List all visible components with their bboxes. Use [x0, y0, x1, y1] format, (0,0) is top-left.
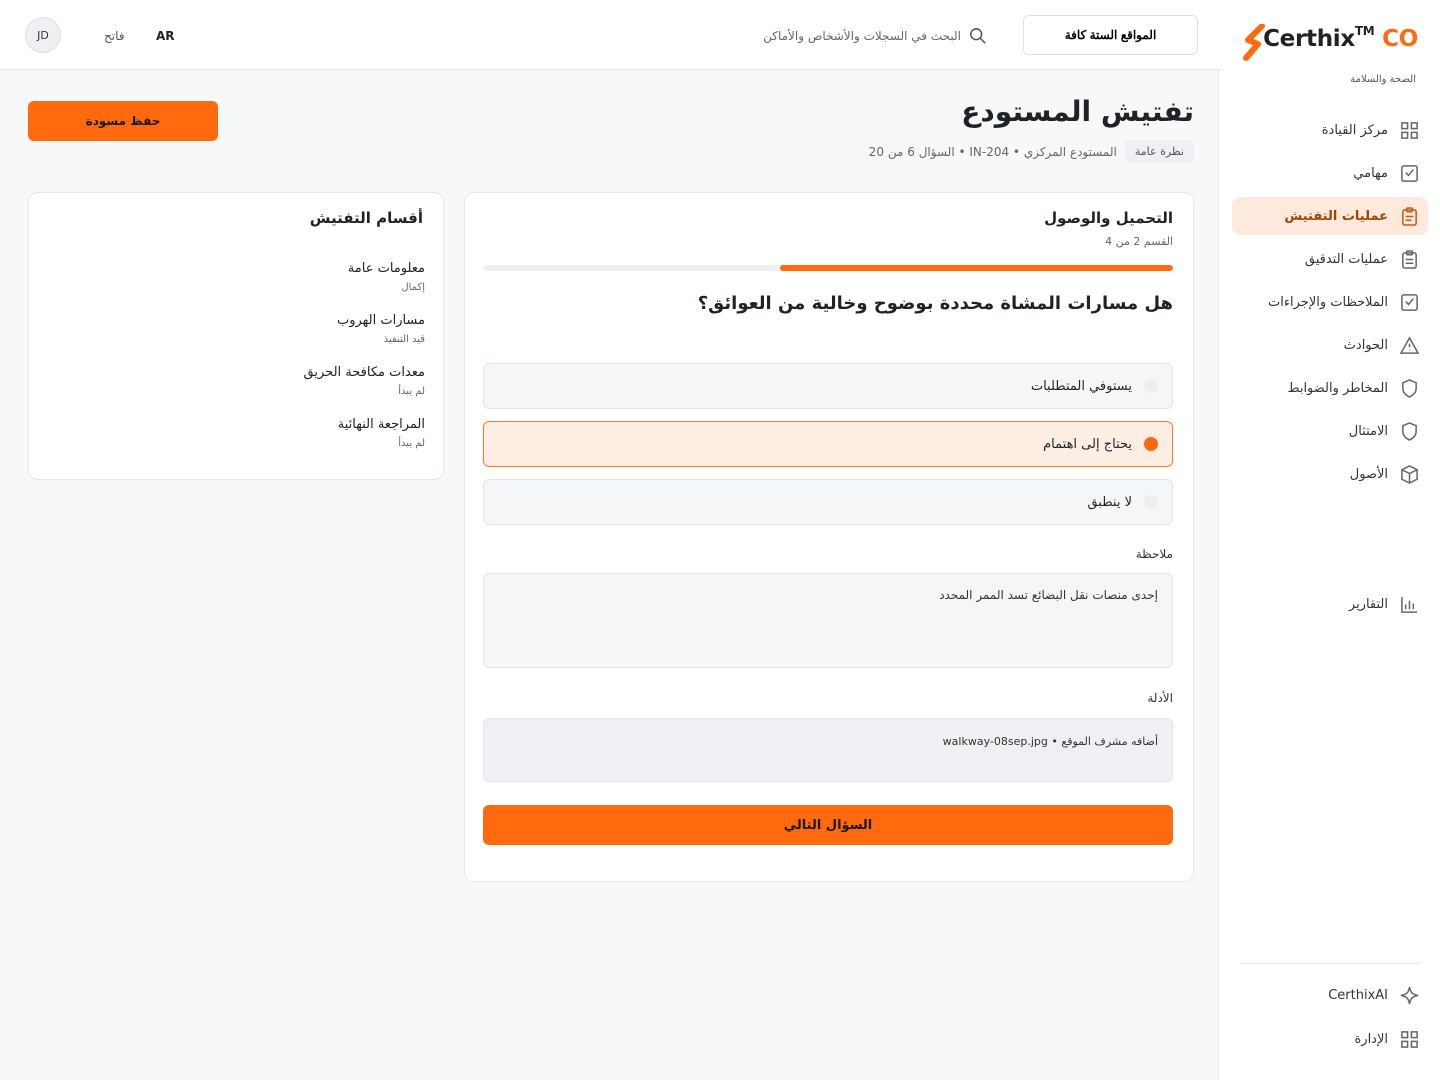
- sidebar-item-label: الإدارة: [1354, 1031, 1388, 1047]
- sidebar-item-assets[interactable]: الأصول: [1232, 455, 1428, 493]
- evidence-file-name: walkway-08sep.jpg: [942, 735, 1048, 748]
- sidebar-item-risks-controls[interactable]: المخاطر والضوابط: [1232, 369, 1428, 407]
- brand-logo[interactable]: CerthixTM CO: [1238, 22, 1418, 66]
- section-progress-bar: [483, 265, 1173, 271]
- search-input[interactable]: البحث في السجلات والأشخاص والأماكن: [747, 20, 987, 52]
- sidebar-item-label: الحوادث: [1343, 337, 1388, 353]
- section-name: معلومات عامة: [347, 261, 425, 276]
- sidebar-bottom-group: CerthixAI الإدارة: [1232, 976, 1428, 1064]
- list-item[interactable]: معدات مكافحة الحريق لم يبدأ: [45, 365, 425, 417]
- sidebar-nav: مركز القيادة مهامي عمليات التفتيش عمليات…: [1232, 111, 1428, 498]
- sidebar-item-command-center[interactable]: مركز القيادة: [1232, 111, 1428, 149]
- page-title: تفتيش المستودع: [961, 95, 1194, 128]
- sidebar-item-label: CerthixAI: [1328, 987, 1388, 1003]
- list-item[interactable]: معلومات عامة إكمال: [45, 261, 425, 313]
- brand-name: CerthixTM CO: [1263, 24, 1418, 52]
- section-status: إكمال: [401, 282, 425, 293]
- sidebar-item-label: عمليات التفتيش: [1284, 208, 1388, 224]
- brand-subtitle: الصحة والسلامة: [1350, 74, 1416, 85]
- answer-options: يستوفي المتطلبات يحتاج إلى اهتمام لا ينط…: [483, 363, 1173, 537]
- sidebar-reports-group: التقارير: [1232, 585, 1428, 628]
- evidence-label: الأدلة: [1147, 691, 1173, 705]
- radio-icon: [1144, 379, 1158, 393]
- sidebar-item-label: الأصول: [1349, 466, 1388, 482]
- warning-icon: [1398, 334, 1420, 356]
- sidebar-item-label: مركز القيادة: [1321, 122, 1388, 138]
- note-label: ملاحظة: [1135, 547, 1173, 561]
- sections-title: أقسام التفتيش: [309, 209, 423, 227]
- top-bar: المواقع الستة كافة البحث في السجلات والأ…: [0, 0, 1222, 70]
- grid-icon: [1398, 119, 1420, 141]
- section-status: قيد التنفيذ: [383, 334, 425, 345]
- sidebar-item-label: التقارير: [1348, 596, 1388, 612]
- clipboard-icon: [1398, 205, 1420, 227]
- bar-chart-icon: [1398, 593, 1420, 615]
- sidebar: CerthixTM CO الصحة والسلامة مركز القيادة…: [1218, 0, 1440, 1080]
- progress-fill: [779, 265, 1173, 271]
- avatar[interactable]: JD: [25, 17, 61, 53]
- section-name: مسارات الهروب: [336, 313, 425, 328]
- note-textarea[interactable]: إحدى منصات نقل البضائع تسد الممر المحدد: [483, 573, 1173, 668]
- sidebar-item-my-tasks[interactable]: مهامي: [1232, 154, 1428, 192]
- section-status: لم يبدأ: [398, 438, 425, 449]
- search-placeholder: البحث في السجلات والأشخاص والأماكن: [763, 29, 961, 43]
- list-item[interactable]: المراجعة النهائية لم يبدأ: [45, 417, 425, 469]
- page-subline: نظرة عامة المستودع المركزي • IN-204 • ال…: [869, 140, 1194, 163]
- sidebar-item-compliance[interactable]: الامتثال: [1232, 412, 1428, 450]
- sidebar-item-inspections[interactable]: عمليات التفتيش: [1232, 197, 1428, 235]
- save-draft-button[interactable]: حفظ مسودة: [28, 101, 218, 141]
- sidebar-item-reports[interactable]: التقارير: [1232, 585, 1428, 623]
- sidebar-item-label: الملاحظات والإجراءات: [1268, 294, 1388, 310]
- search-icon: [970, 28, 986, 44]
- sidebar-item-observations-actions[interactable]: الملاحظات والإجراءات: [1232, 283, 1428, 321]
- section-name: المراجعة النهائية: [337, 417, 425, 432]
- section-title: التحميل والوصول: [1044, 209, 1173, 227]
- sidebar-item-label: عمليات التدقيق: [1304, 251, 1388, 267]
- site-selector-button[interactable]: المواقع الستة كافة: [1023, 15, 1198, 55]
- question-card: التحميل والوصول القسم 2 من 4 هل مسارات ا…: [464, 192, 1194, 882]
- sections-list: معلومات عامة إكمال مسارات الهروب قيد الت…: [45, 261, 425, 469]
- check-square-icon: [1398, 162, 1420, 184]
- section-counter: القسم 2 من 4: [1105, 235, 1173, 248]
- language-toggle[interactable]: AR: [156, 29, 175, 43]
- grid-icon: [1398, 1028, 1420, 1050]
- option-label: لا ينطبق: [1087, 494, 1132, 510]
- sidebar-item-certhix-ai[interactable]: CerthixAI: [1232, 976, 1428, 1014]
- sidebar-divider: [1240, 963, 1420, 964]
- next-question-button[interactable]: السؤال التالي: [483, 805, 1173, 845]
- sidebar-item-label: الامتثال: [1348, 423, 1388, 439]
- shield-icon: [1398, 420, 1420, 442]
- sidebar-item-audits[interactable]: عمليات التدقيق: [1232, 240, 1428, 278]
- sidebar-item-label: المخاطر والضوابط: [1287, 380, 1388, 396]
- clipboard-list-icon: [1398, 248, 1420, 270]
- section-name: معدات مكافحة الحريق: [303, 365, 425, 380]
- shield-icon: [1398, 377, 1420, 399]
- sidebar-item-label: مهامي: [1353, 165, 1388, 181]
- option-needs-attention[interactable]: يحتاج إلى اهتمام: [483, 421, 1173, 467]
- question-text: هل مسارات المشاة محددة بوضوح وخالية من ا…: [697, 293, 1173, 314]
- option-label: يحتاج إلى اهتمام: [1043, 436, 1132, 452]
- sidebar-item-incidents[interactable]: الحوادث: [1232, 326, 1428, 364]
- sidebar-item-admin[interactable]: الإدارة: [1232, 1020, 1428, 1058]
- option-not-applicable[interactable]: لا ينطبق: [483, 479, 1173, 525]
- check-square-icon: [1398, 291, 1420, 313]
- radio-selected-icon: [1144, 437, 1158, 451]
- option-label: يستوفي المتطلبات: [1030, 378, 1132, 394]
- section-status: لم يبدأ: [398, 386, 425, 397]
- theme-toggle[interactable]: فاتح: [104, 29, 124, 43]
- list-item[interactable]: مسارات الهروب قيد التنفيذ: [45, 313, 425, 365]
- sparkle-icon: [1398, 984, 1420, 1006]
- cube-icon: [1398, 463, 1420, 485]
- overview-chip[interactable]: نظرة عامة: [1124, 140, 1194, 163]
- evidence-added-by: أضافه مشرف الموقع: [1061, 735, 1158, 748]
- option-meets-requirements[interactable]: يستوفي المتطلبات: [483, 363, 1173, 409]
- evidence-separator: •: [1047, 735, 1058, 748]
- inspection-sections-card: أقسام التفتيش معلومات عامة إكمال مسارات …: [28, 192, 444, 480]
- evidence-attachment[interactable]: أضافه مشرف الموقع • walkway-08sep.jpg: [483, 718, 1173, 782]
- inspection-meta: المستودع المركزي • IN-204 • السؤال 6 من …: [868, 144, 1117, 159]
- radio-icon: [1144, 495, 1158, 509]
